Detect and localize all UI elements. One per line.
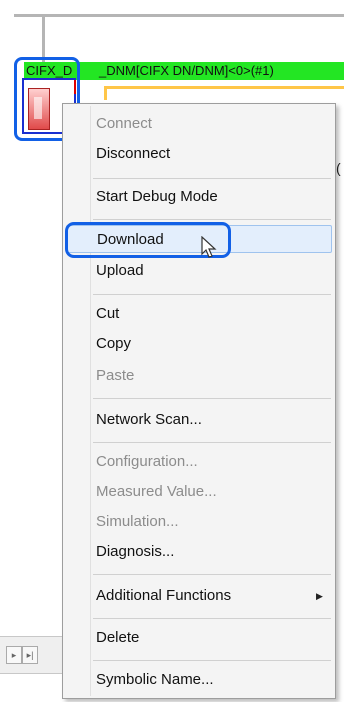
menu-item-measured-value[interactable]: Measured Value... [66,478,332,506]
menu-separator [93,574,331,575]
menu-item-disconnect[interactable]: Disconnect [66,140,332,168]
menu-separator [93,219,331,220]
mouse-cursor-icon [201,236,217,258]
menu-item-label: Symbolic Name... [96,671,214,688]
menu-item-label: Diagnosis... [96,543,175,560]
menu-separator [93,294,331,295]
scroll-nav-bar: ▸ ▸| [0,636,70,674]
device-bus-drop [104,86,107,100]
menu-item-label: Connect [96,115,152,132]
context-menu: Connect Disconnect Start Debug Mode Down… [62,103,336,699]
menu-item-label: Start Debug Mode [96,188,218,205]
device-label-right: _DNM[CIFX DN/DNM]<0>(#1) [99,63,274,78]
menu-item-label: Copy [96,335,132,352]
menu-item-configuration[interactable]: Configuration... [66,448,332,476]
menu-item-label: Configuration... [96,453,198,470]
menu-item-label: Measured Value... [96,483,217,500]
menu-item-label: Additional Functions [96,587,232,604]
menu-item-label: Simulation... [96,513,179,530]
menu-item-simulation[interactable]: Simulation... [66,508,332,536]
menu-item-label: Disconnect [96,145,171,162]
menu-item-label: Network Scan... [96,411,202,428]
menu-item-label: Cut [96,305,120,322]
menu-item-diagnosis[interactable]: Diagnosis... [66,538,332,566]
menu-item-upload[interactable]: Upload [66,257,332,285]
menu-separator [93,178,331,179]
truncated-text: ( [336,160,341,176]
menu-separator [93,618,331,619]
menu-item-label: Upload [96,262,144,279]
menu-item-connect[interactable]: Connect [66,110,332,138]
menu-item-start-debug-mode[interactable]: Start Debug Mode [66,183,332,211]
nav-last-icon[interactable]: ▸| [22,646,38,664]
fieldbus-line [14,14,344,17]
menu-item-label: Paste [96,367,135,384]
submenu-arrow-icon: ▶ [316,591,323,601]
menu-item-label: Delete [96,629,140,646]
menu-item-symbolic-name[interactable]: Symbolic Name... [66,666,332,694]
menu-item-copy[interactable]: Copy [66,330,332,358]
menu-item-additional-functions[interactable]: Additional Functions ▶ [66,582,332,610]
nav-prev-icon[interactable]: ▸ [6,646,22,664]
menu-item-paste[interactable]: Paste [66,362,332,390]
menu-separator [93,398,331,399]
menu-item-delete[interactable]: Delete [66,624,332,652]
menu-item-network-scan[interactable]: Network Scan... [66,406,332,434]
device-bus-line [104,86,344,89]
fieldbus-drop-line [42,14,45,62]
menu-item-cut[interactable]: Cut [66,300,332,328]
menu-separator [93,660,331,661]
menu-separator [93,442,331,443]
